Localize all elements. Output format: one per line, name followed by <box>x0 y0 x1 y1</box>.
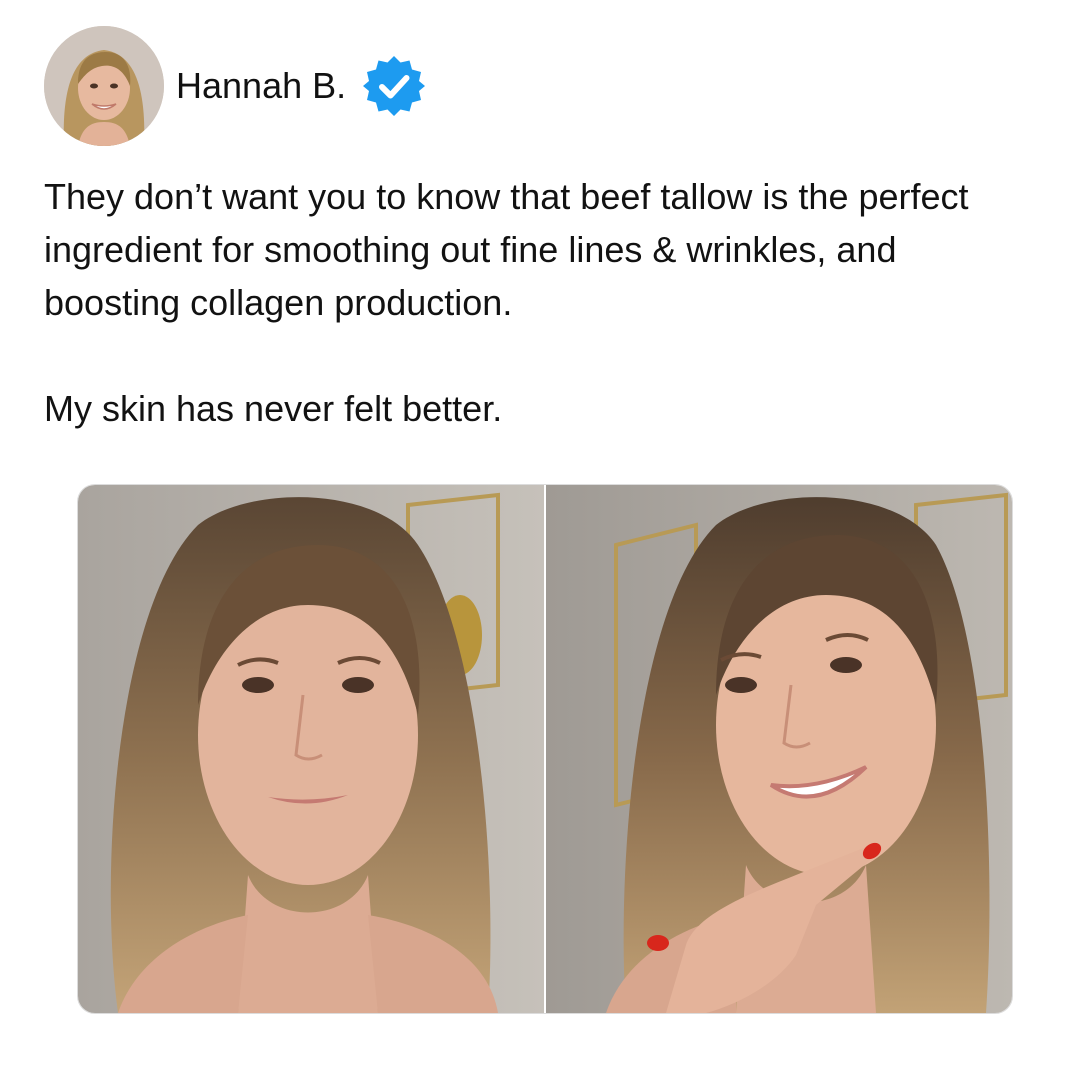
media-gallery <box>77 484 1013 1014</box>
verified-badge-icon <box>362 54 426 118</box>
after-photo[interactable] <box>546 485 1012 1013</box>
avatar[interactable] <box>44 26 164 146</box>
post-text: They don’t want you to know that beef ta… <box>44 170 1034 435</box>
before-photo[interactable] <box>78 485 544 1013</box>
post-paragraph: They don’t want you to know that beef ta… <box>44 176 969 323</box>
post-header: Hannah B. <box>44 26 426 146</box>
author-name[interactable]: Hannah B. <box>176 65 346 107</box>
post-paragraph: My skin has never felt better. <box>44 388 503 429</box>
